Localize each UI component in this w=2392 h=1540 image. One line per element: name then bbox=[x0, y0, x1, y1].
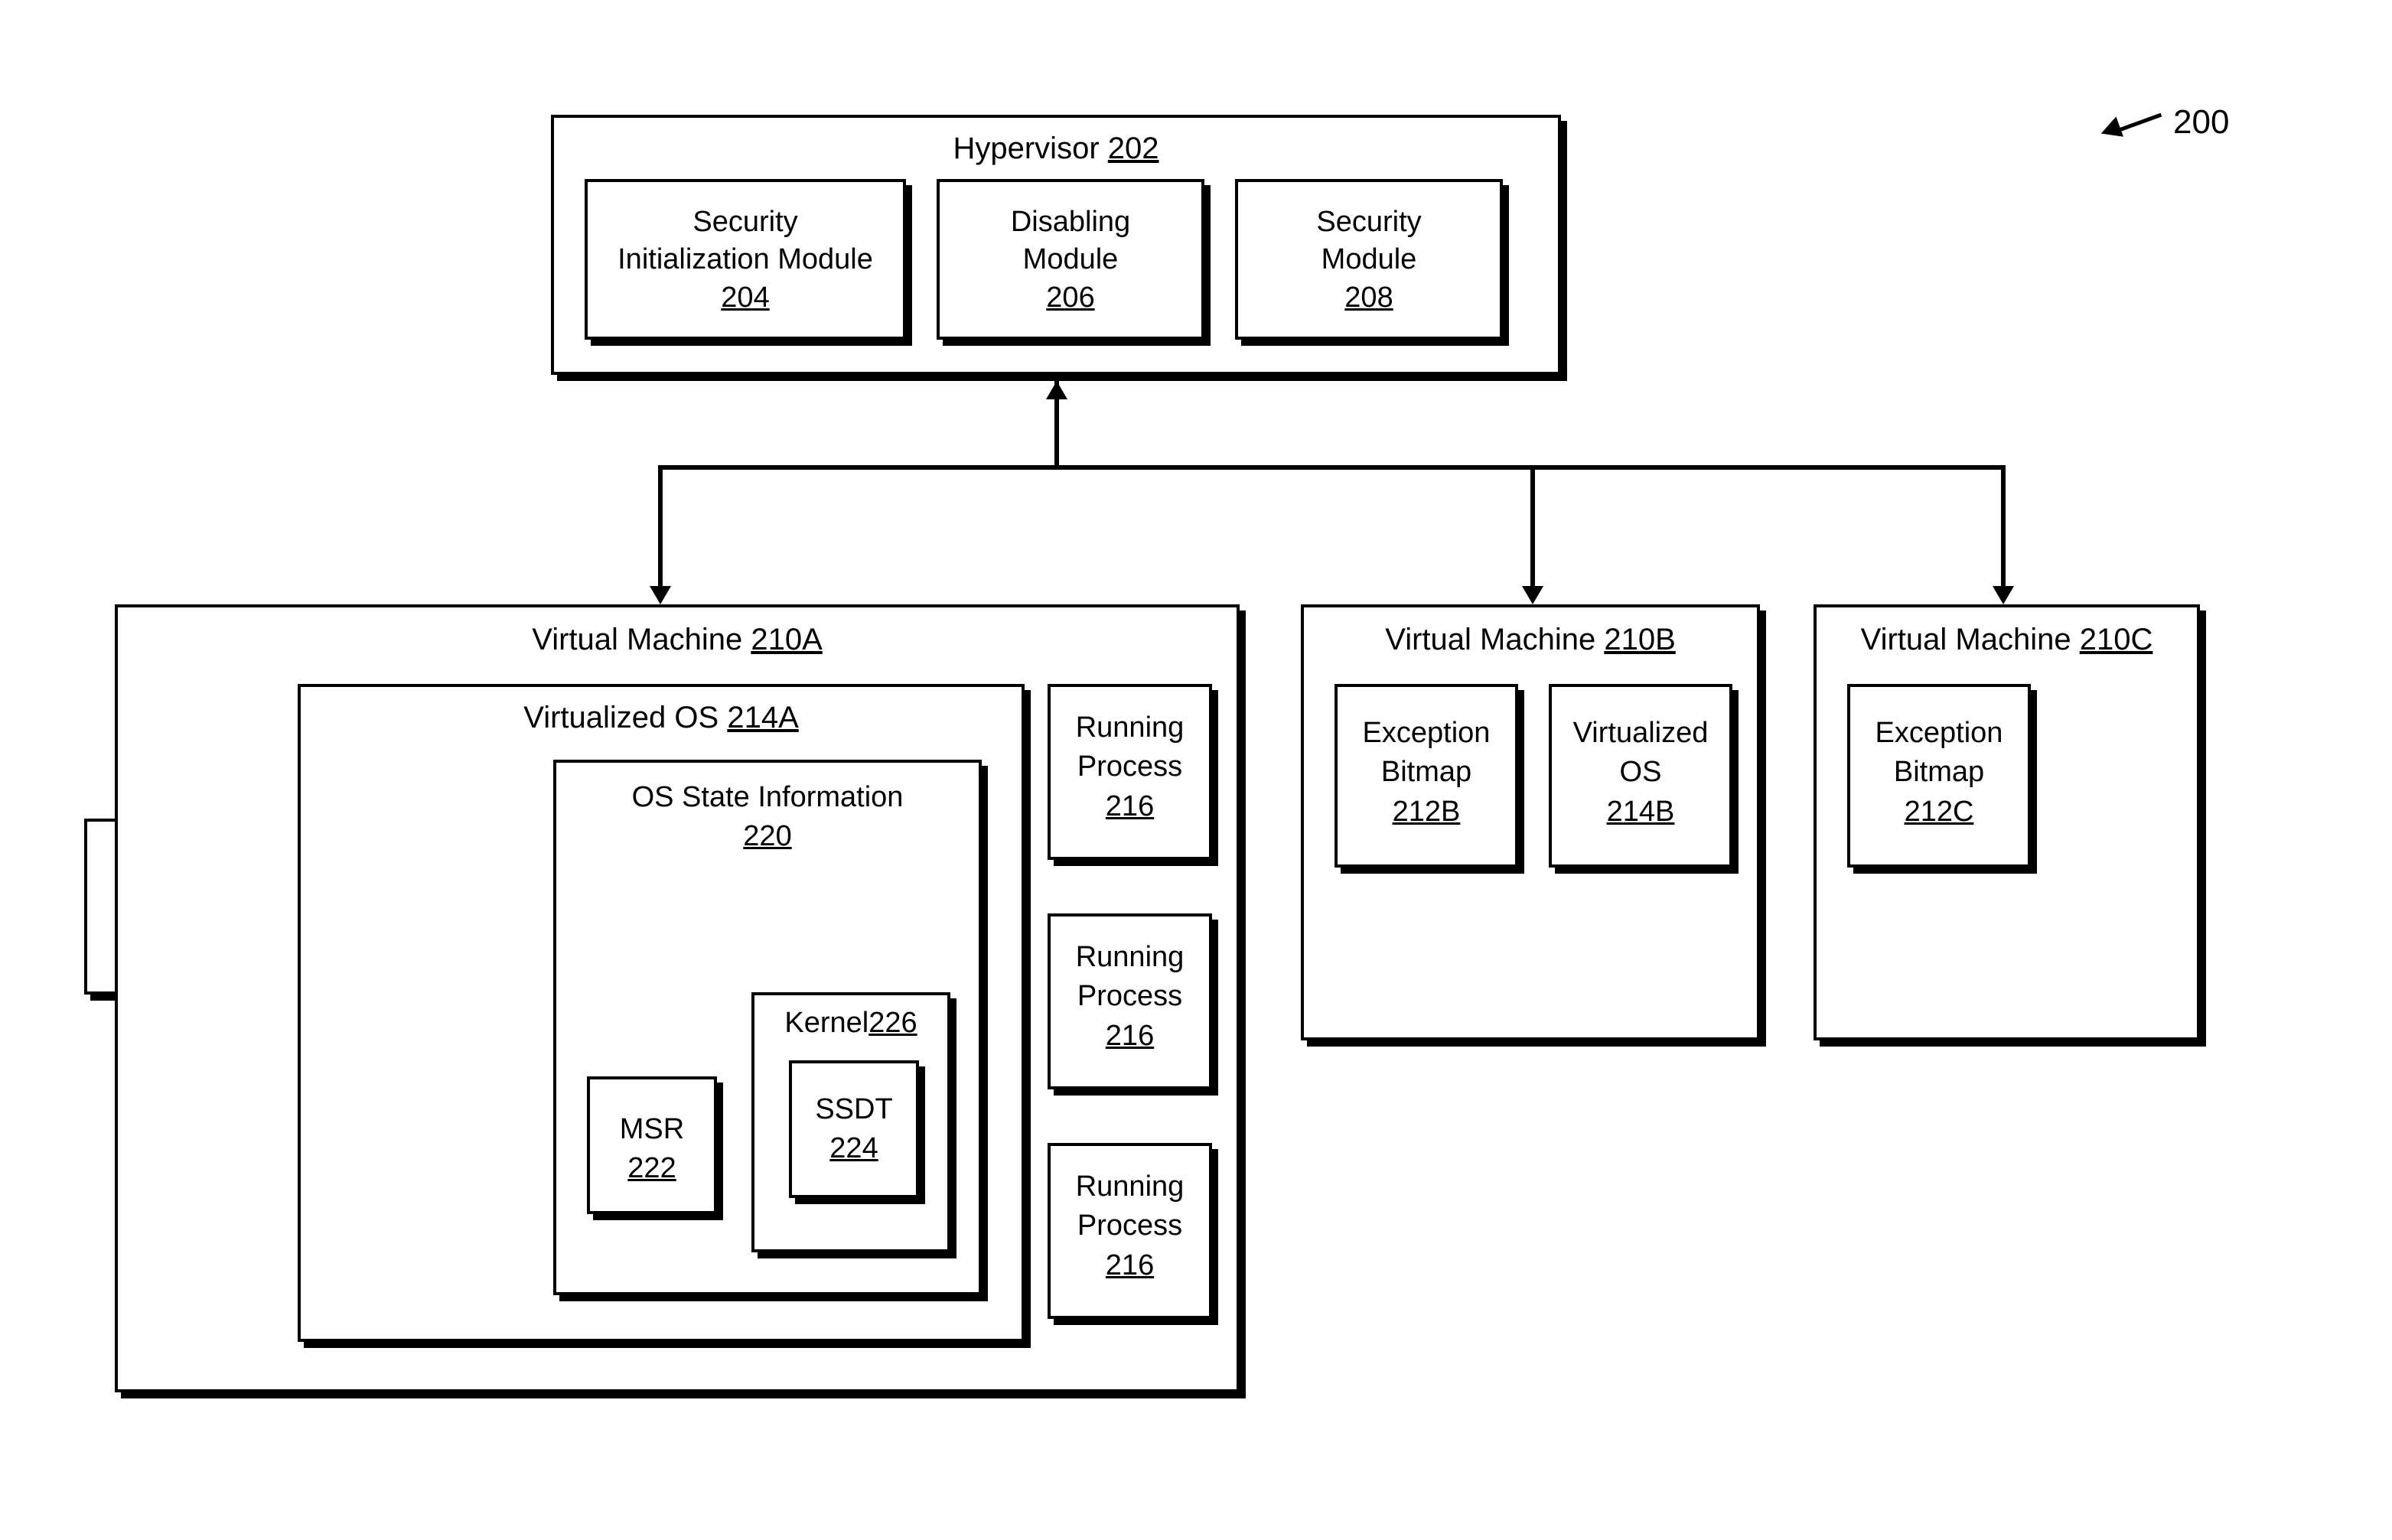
vm-c-title-text: Virtual Machine bbox=[1861, 623, 2071, 656]
rp1-ref: 216 bbox=[1051, 787, 1209, 826]
vm-a-box: Virtual Machine 210A OS Protection Modul… bbox=[115, 604, 1240, 1392]
ssdt-box: SSDT 224 bbox=[789, 1060, 919, 1198]
running-process-1-box: Running Process 216 bbox=[1048, 684, 1212, 860]
conn-vmb-drop bbox=[1530, 465, 1535, 588]
vosa-ref: 214A bbox=[727, 701, 798, 734]
figure-ref-200: 200 bbox=[2173, 103, 2229, 142]
rp1-line1: Running bbox=[1051, 708, 1209, 747]
sec-init-line2: Initialization Module bbox=[588, 241, 903, 278]
disabling-module-label: Disabling Module 206 bbox=[940, 203, 1201, 317]
ssdt-ref: 224 bbox=[792, 1129, 916, 1168]
exception-bitmap-c-label: Exception Bitmap 212C bbox=[1850, 714, 2028, 832]
msr-text: MSR bbox=[590, 1110, 714, 1149]
ssdt-text: SSDT bbox=[792, 1090, 916, 1129]
conn-vmc-drop bbox=[2001, 465, 2006, 588]
exception-bitmap-b-label: Exception Bitmap 212B bbox=[1338, 714, 1515, 832]
vm-b-box: Virtual Machine 210B Exception Bitmap 21… bbox=[1301, 604, 1760, 1040]
running-process-3-label: Running Process 216 bbox=[1051, 1167, 1209, 1285]
exbmp-c-line2: Bitmap bbox=[1850, 753, 2028, 792]
kernel-title: Kernel226 bbox=[754, 1007, 947, 1040]
security-ref: 208 bbox=[1238, 279, 1500, 317]
virtualized-os-b-box: Virtualized OS 214B bbox=[1549, 684, 1732, 868]
vm-b-title-text: Virtual Machine bbox=[1385, 623, 1595, 656]
vosb-ref: 214B bbox=[1552, 793, 1729, 832]
running-process-3-box: Running Process 216 bbox=[1048, 1143, 1212, 1319]
disabling-ref: 206 bbox=[940, 279, 1201, 317]
exbmp-b-line1: Exception bbox=[1338, 714, 1515, 753]
virtualized-os-a-box: Virtualized OS 214A OS State Information… bbox=[298, 684, 1025, 1342]
hypervisor-ref: 202 bbox=[1108, 132, 1159, 165]
rp2-line1: Running bbox=[1051, 938, 1209, 977]
os-state-info-box: OS State Information 220 MSR 222 Kernel2… bbox=[553, 760, 982, 1295]
exception-bitmap-c-box: Exception Bitmap 212C bbox=[1847, 684, 2031, 868]
diagram-canvas: 200 Hypervisor 202 Security Initializati… bbox=[0, 0, 2392, 1540]
hypervisor-title: Hypervisor 202 bbox=[554, 132, 1558, 166]
sec-init-ref: 204 bbox=[588, 279, 903, 317]
vm-a-ref: 210A bbox=[751, 623, 822, 656]
vm-c-title: Virtual Machine 210C bbox=[1817, 623, 2197, 657]
rp3-ref: 216 bbox=[1051, 1246, 1209, 1285]
vm-c-ref: 210C bbox=[2080, 623, 2153, 656]
rp3-line2: Process bbox=[1051, 1206, 1209, 1245]
vosb-line1: Virtualized bbox=[1552, 714, 1729, 753]
rp1-line2: Process bbox=[1051, 747, 1209, 786]
sec-init-module-label: Security Initialization Module 204 bbox=[588, 203, 903, 317]
rp2-ref: 216 bbox=[1051, 1017, 1209, 1056]
vm-a-title: Virtual Machine 210A bbox=[118, 623, 1237, 657]
conn-bus bbox=[658, 465, 2005, 470]
kernel-box: Kernel226 SSDT 224 bbox=[751, 992, 950, 1252]
vm-c-box: Virtual Machine 210C Exception Bitmap 21… bbox=[1814, 604, 2200, 1040]
rp3-line1: Running bbox=[1051, 1167, 1209, 1206]
arrow-vmc-down bbox=[1993, 586, 2014, 604]
os-state-info-label: OS State Information 220 bbox=[556, 778, 979, 857]
sec-init-module-box: Security Initialization Module 204 bbox=[585, 179, 906, 340]
arrow-hv-up bbox=[1046, 381, 1067, 399]
virtualized-os-a-title: Virtualized OS 214A bbox=[301, 701, 1022, 735]
sec-init-line1: Security bbox=[588, 203, 903, 241]
vosb-line2: OS bbox=[1552, 753, 1729, 792]
pointer-200-line bbox=[2117, 113, 2162, 132]
running-process-2-label: Running Process 216 bbox=[1051, 938, 1209, 1056]
virtualized-os-b-label: Virtualized OS 214B bbox=[1552, 714, 1729, 832]
exception-bitmap-b-box: Exception Bitmap 212B bbox=[1335, 684, 1518, 868]
hypervisor-box: Hypervisor 202 Security Initialization M… bbox=[551, 115, 1561, 375]
exbmp-b-line2: Bitmap bbox=[1338, 753, 1515, 792]
ssdt-label: SSDT 224 bbox=[792, 1090, 916, 1169]
running-process-1-label: Running Process 216 bbox=[1051, 708, 1209, 826]
security-module-box: Security Module 208 bbox=[1235, 179, 1503, 340]
arrow-vmb-down bbox=[1522, 586, 1543, 604]
security-module-label: Security Module 208 bbox=[1238, 203, 1500, 317]
security-line2: Module bbox=[1238, 241, 1500, 278]
exbmp-b-ref: 212B bbox=[1338, 793, 1515, 832]
msr-box: MSR 222 bbox=[587, 1076, 717, 1214]
osstate-line1: OS State Information bbox=[556, 778, 979, 817]
disabling-module-box: Disabling Module 206 bbox=[937, 179, 1204, 340]
exbmp-c-line1: Exception bbox=[1850, 714, 2028, 753]
osstate-ref: 220 bbox=[556, 817, 979, 856]
rp2-line2: Process bbox=[1051, 977, 1209, 1016]
vm-b-title: Virtual Machine 210B bbox=[1304, 623, 1757, 657]
vm-b-ref: 210B bbox=[1604, 623, 1675, 656]
hypervisor-title-text: Hypervisor bbox=[953, 132, 1099, 165]
exbmp-c-ref: 212C bbox=[1850, 793, 2028, 832]
vosa-title-text: Virtualized OS bbox=[523, 701, 719, 734]
disabling-line1: Disabling bbox=[940, 203, 1201, 241]
arrow-vma-down bbox=[650, 586, 671, 604]
vm-a-title-text: Virtual Machine bbox=[532, 623, 742, 656]
kernel-text: Kernel bbox=[784, 1007, 868, 1039]
running-process-2-box: Running Process 216 bbox=[1048, 913, 1212, 1089]
security-line1: Security bbox=[1238, 203, 1500, 241]
disabling-line2: Module bbox=[940, 241, 1201, 278]
conn-vma-drop bbox=[658, 465, 663, 588]
msr-label: MSR 222 bbox=[590, 1110, 714, 1189]
msr-ref: 222 bbox=[590, 1149, 714, 1188]
kernel-ref: 226 bbox=[868, 1007, 917, 1039]
